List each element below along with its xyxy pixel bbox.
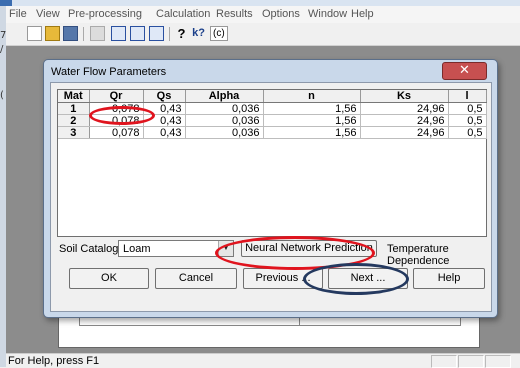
status-cell [485,355,511,368]
table-cell[interactable]: 1,56 [263,102,361,115]
table-cell[interactable]: 0,5 [448,114,487,127]
column-header: Qs [143,90,186,103]
open-folder-icon[interactable] [45,26,60,41]
column-header: Mat [58,90,90,103]
status-cell [431,355,457,368]
water-flow-dialog: Water Flow Parameters ✕ Mat Qr Qs Alpha … [43,59,498,318]
column-header: Ks [360,90,449,103]
status-cell [458,355,484,368]
left-mark: / [0,44,4,55]
column-header: n [263,90,361,103]
table-cell[interactable]: 0,43 [143,114,186,127]
context-help-icon[interactable]: k? [191,26,206,41]
table-cell[interactable]: 0,43 [143,102,186,115]
table-cell[interactable]: 0,036 [185,102,264,115]
menu-options[interactable]: Options [262,8,300,20]
menu-help[interactable]: Help [351,8,374,20]
menu-results[interactable]: Results [216,8,253,20]
chevron-down-icon[interactable]: ▼ [218,241,233,256]
menu-calculation[interactable]: Calculation [156,8,210,20]
toolbar-separator [169,27,170,41]
menu-window[interactable]: Window [308,8,347,20]
material-cell: 2 [58,114,90,127]
soil-catalog-value: Loam [123,243,151,255]
table-cell[interactable]: 0,43 [143,126,186,139]
table-icon[interactable] [130,26,145,41]
table-header-row: Mat Qr Qs Alpha n Ks l [58,90,487,103]
table-cell[interactable]: 24,96 [360,126,449,139]
left-mark: ( [0,90,4,101]
column-header: Alpha [185,90,264,103]
about-button[interactable]: (c) [210,26,228,41]
table-row: 2 0,078 0,43 0,036 1,56 24,96 0,5 [58,114,487,127]
table-cell[interactable]: 0,5 [448,126,487,139]
column-header: l [448,90,487,103]
status-text: For Help, press F1 [8,355,100,367]
status-bar: For Help, press F1 [6,353,520,368]
soil-catalog-label: Soil Catalog [59,243,119,255]
save-icon[interactable] [63,26,78,41]
table-cell[interactable]: 24,96 [360,102,449,115]
table-cell[interactable]: 24,96 [360,114,449,127]
table-cell[interactable]: 0,078 [89,114,144,127]
table-cell[interactable]: 0,036 [185,114,264,127]
columns-icon[interactable] [149,26,164,41]
table-cell[interactable]: 1,56 [263,114,361,127]
next-button[interactable]: Next ... [328,268,408,289]
temperature-dependence-label[interactable]: Temperature Dependence [387,243,491,267]
table-row: 1 0,078 0,43 0,036 1,56 24,96 0,5 [58,102,487,115]
menu-pre-processing[interactable]: Pre-processing [68,8,142,20]
menu-bar: File View Pre-processing Calculation Res… [6,6,520,23]
previous-button[interactable]: Previous ... [243,268,323,289]
table-row: 3 0,078 0,43 0,036 1,56 24,96 0,5 [58,126,487,139]
soil-catalog-select[interactable]: Loam ▼ [118,240,234,257]
column-header: Qr [89,90,144,103]
material-cell: 1 [58,102,90,115]
new-file-icon[interactable] [27,26,42,41]
table-cell[interactable]: 0,036 [185,126,264,139]
material-cell: 3 [58,126,90,139]
dialog-title: Water Flow Parameters [51,66,167,78]
parameters-grid[interactable]: Mat Qr Qs Alpha n Ks l 1 0,078 0,43 0,03 [57,89,487,237]
toolbar-separator [83,27,84,41]
toolbar: ? k? (c) [6,23,520,46]
menu-view[interactable]: View [36,8,60,20]
menu-file[interactable]: File [9,8,27,20]
cancel-button[interactable]: Cancel [155,268,237,289]
layout-icon[interactable] [111,26,126,41]
table-cell[interactable]: 0,5 [448,102,487,115]
help-icon[interactable]: ? [174,26,189,41]
close-icon[interactable]: ✕ [442,62,487,80]
table-cell[interactable]: 0,078 [89,126,144,139]
dialog-client: Mat Qr Qs Alpha n Ks l 1 0,078 0,43 0,03 [50,82,492,312]
print-icon[interactable] [90,26,105,41]
table-cell[interactable]: 1,56 [263,126,361,139]
parameters-table: Mat Qr Qs Alpha n Ks l 1 0,078 0,43 0,03 [58,90,487,139]
neural-network-prediction-button[interactable]: Neural Network Prediction [241,240,377,257]
ok-button[interactable]: OK [69,268,149,289]
help-button[interactable]: Help [413,268,485,289]
table-cell[interactable]: 0,078 [89,102,144,115]
